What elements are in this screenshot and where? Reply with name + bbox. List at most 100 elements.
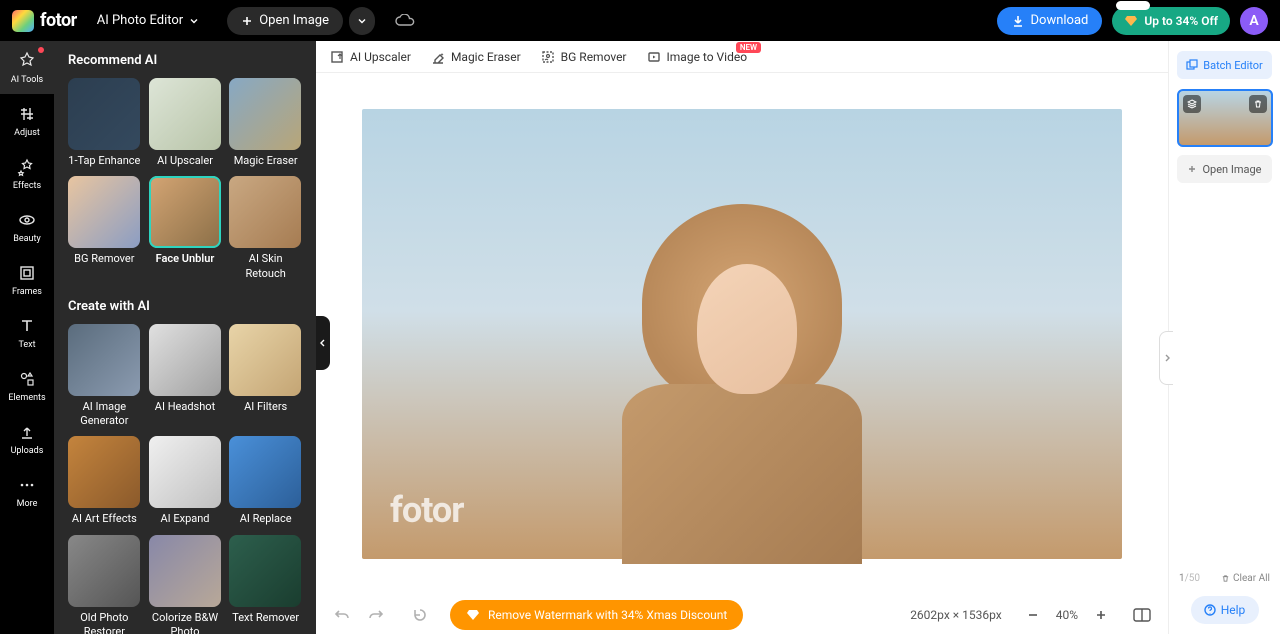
thumbnail-delete-button[interactable] — [1249, 95, 1267, 113]
layers-icon — [1187, 99, 1197, 109]
rail-item-more[interactable]: More — [0, 465, 54, 518]
tool-item[interactable]: AI Upscaler — [149, 78, 222, 168]
bg-remover-icon — [541, 50, 555, 64]
thumbnail-list: Open Image — [1177, 89, 1272, 569]
tool-item[interactable]: AI Skin Retouch — [229, 176, 302, 281]
trash-icon — [1221, 574, 1230, 583]
tool-label: Old Photo Restorer — [68, 611, 141, 634]
tool-item[interactable]: AI Art Effects — [68, 436, 141, 526]
toolbar-image-to-video[interactable]: Image to VideoNEW — [647, 50, 748, 64]
tool-item[interactable]: AI Image Generator — [68, 324, 141, 429]
open-image-label: Open Image — [259, 13, 329, 28]
tool-label: Magic Eraser — [229, 154, 302, 168]
beauty-icon — [17, 210, 37, 230]
editor-selector[interactable]: AI Photo Editor — [97, 13, 200, 28]
rail-item-effects[interactable]: Effects — [0, 147, 54, 200]
canvas-toolbar: AI Upscaler Magic Eraser BG Remover Image t… — [316, 41, 1168, 73]
avatar[interactable]: A — [1240, 7, 1268, 35]
tool-item[interactable]: Text Remover — [229, 535, 302, 634]
tool-item[interactable]: AI Replace — [229, 436, 302, 526]
rail-item-adjust[interactable]: Adjust — [0, 94, 54, 147]
open-image-button[interactable]: Open Image — [227, 7, 343, 35]
compare-icon — [1133, 608, 1151, 622]
reset-icon — [412, 607, 428, 623]
clear-all-label: Clear All — [1233, 573, 1270, 584]
right-panel: Batch Editor Open Image 1/50 — [1168, 41, 1280, 634]
section-title-create: Create with AI — [68, 299, 302, 314]
redo-icon — [368, 608, 384, 622]
clear-all-button[interactable]: Clear All — [1221, 573, 1270, 584]
tool-item[interactable]: BG Remover — [68, 176, 141, 281]
image-counter: 1/50 — [1179, 573, 1200, 584]
logo[interactable]: fotor — [12, 10, 77, 32]
batch-editor-label: Batch Editor — [1203, 59, 1263, 72]
tool-item[interactable]: Magic Eraser — [229, 78, 302, 168]
minus-icon — [1027, 609, 1039, 621]
panel-collapse-button[interactable] — [316, 316, 330, 370]
tool-thumbnail — [229, 176, 301, 248]
tool-thumbnail — [68, 78, 140, 150]
canvas-image[interactable]: fotor — [362, 109, 1122, 559]
rail-item-ai-tools[interactable]: AI Tools — [0, 41, 54, 94]
rail-item-frames[interactable]: Frames — [0, 253, 54, 306]
toolbar-bg-remover[interactable]: BG Remover — [541, 50, 627, 64]
tool-item[interactable]: AI Filters — [229, 324, 302, 429]
tool-grid-create: AI Image GeneratorAI HeadshotAI FiltersA… — [68, 324, 302, 634]
rail-item-text[interactable]: Text — [0, 306, 54, 359]
watermark-promo-label: Remove Watermark with 34% Xmas Discount — [488, 608, 727, 622]
rail-item-label: Frames — [12, 287, 42, 297]
main: AI Tools AdjustEffectsBeauty Frames TextEle… — [0, 41, 1280, 634]
tool-item[interactable]: AI Expand — [149, 436, 222, 526]
tool-item[interactable]: Face Unblur — [149, 176, 222, 281]
reset-button[interactable] — [408, 603, 432, 627]
compare-button[interactable] — [1130, 603, 1154, 627]
promo-label: Up to 34% Off — [1144, 14, 1218, 28]
zoom-out-button[interactable] — [1022, 604, 1044, 626]
tool-item[interactable]: AI Headshot — [149, 324, 222, 429]
download-button[interactable]: Download — [997, 7, 1103, 35]
notification-dot — [38, 47, 44, 53]
tool-label: AI Skin Retouch — [229, 252, 302, 281]
rail-item-beauty[interactable]: Beauty — [0, 200, 54, 253]
right-panel-expand[interactable] — [1159, 331, 1173, 385]
tool-label: AI Replace — [229, 512, 302, 526]
help-button[interactable]: Help — [1191, 596, 1259, 624]
tool-item[interactable]: Old Photo Restorer — [68, 535, 141, 634]
ai-tools-icon — [17, 51, 37, 71]
header: fotor AI Photo Editor Open Image Downloa… — [0, 0, 1280, 41]
canvas-viewport[interactable]: fotor — [316, 73, 1168, 595]
portrait-placeholder — [602, 174, 882, 554]
chevron-down-icon — [189, 16, 199, 26]
header-right: Download Up to 34% Off A — [997, 7, 1269, 35]
tool-item[interactable]: 1-Tap Enhance — [68, 78, 141, 168]
zoom-in-button[interactable] — [1090, 604, 1112, 626]
cloud-sync-button[interactable] — [395, 14, 415, 28]
batch-editor-button[interactable]: Batch Editor — [1177, 51, 1272, 79]
redo-button[interactable] — [364, 603, 388, 627]
rail-item-uploads[interactable]: Uploads — [0, 412, 54, 465]
tool-label: AI Upscaler — [149, 154, 222, 168]
chevron-down-icon — [357, 16, 367, 26]
text-icon — [17, 316, 37, 336]
rail-item-label: AI Tools — [11, 75, 43, 85]
thumbnail-layers-button[interactable] — [1183, 95, 1201, 113]
open-image-dropdown[interactable] — [349, 7, 375, 35]
thumbnail-item[interactable] — [1177, 89, 1273, 147]
rail-item-elements[interactable]: Elements — [0, 359, 54, 412]
open-image-small-button[interactable]: Open Image — [1177, 155, 1272, 183]
toolbar-ai-upscaler[interactable]: AI Upscaler — [330, 50, 411, 64]
side-panel: Recommend AI 1-Tap EnhanceAI UpscalerMag… — [54, 41, 316, 634]
toolbar-magic-eraser[interactable]: Magic Eraser — [431, 50, 521, 64]
tool-label: AI Art Effects — [68, 512, 141, 526]
tool-thumbnail — [229, 324, 301, 396]
undo-button[interactable] — [330, 603, 354, 627]
editor-selector-label: AI Photo Editor — [97, 13, 184, 28]
tool-item[interactable]: Colorize B&W Photo — [149, 535, 222, 634]
canvas-dimensions: 2602px × 1536px — [910, 608, 1002, 622]
promo-button[interactable]: Up to 34% Off — [1112, 7, 1230, 35]
more-icon — [17, 475, 37, 495]
watermark-promo-button[interactable]: Remove Watermark with 34% Xmas Discount — [450, 600, 743, 630]
tool-thumbnail — [149, 324, 221, 396]
rail-item-label: Uploads — [11, 446, 44, 456]
tool-label: AI Headshot — [149, 400, 222, 414]
